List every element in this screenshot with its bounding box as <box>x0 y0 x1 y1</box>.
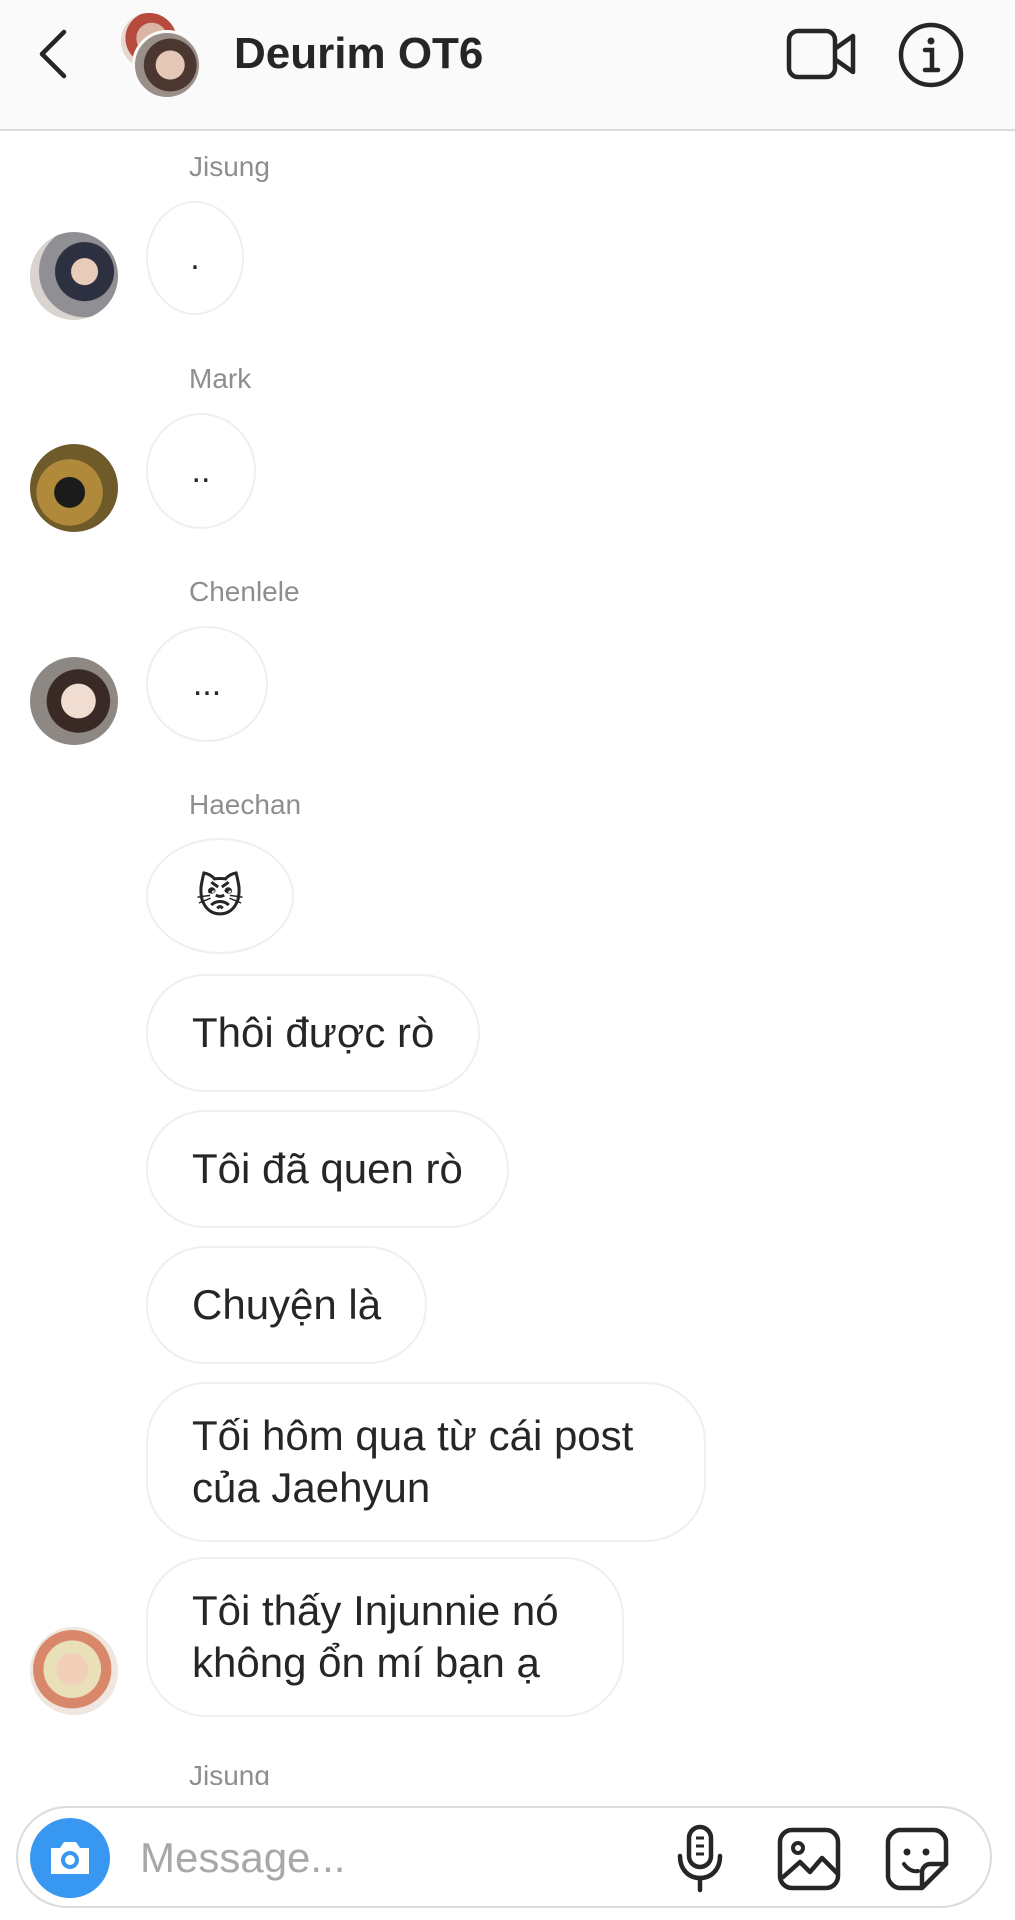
message-input[interactable] <box>140 1830 660 1886</box>
message-bubble[interactable]: Thôi được rò <box>146 974 481 1092</box>
sticker-icon <box>885 1827 949 1891</box>
message-bubble[interactable]: ... <box>146 626 268 742</box>
video-camera-icon <box>786 28 856 80</box>
message-bubble[interactable]: Tôi thấy Injunnie nó không ổn mí bạn ạ <box>146 1557 624 1717</box>
message-bubble[interactable]: Chuyện là <box>146 1246 428 1364</box>
message-bubble[interactable]: . <box>146 201 244 315</box>
sender-name: Mark <box>189 363 252 394</box>
sender-name: Jisung <box>189 151 270 182</box>
microphone-icon <box>677 1824 723 1893</box>
message-composer <box>16 1806 992 1908</box>
image-icon <box>777 1827 841 1891</box>
sender-name: Haechan <box>189 789 302 820</box>
camera-icon <box>51 1842 89 1874</box>
chat-header: Deurim OT6 <box>0 0 1015 131</box>
chat-title[interactable]: Deurim OT6 <box>234 28 483 80</box>
avatar[interactable] <box>30 657 118 745</box>
group-member-avatar <box>132 30 202 100</box>
message-thread[interactable]: Jisung . Mark .. Chenlele ... Haechan 😾 … <box>0 133 1015 1785</box>
info-icon <box>898 22 964 88</box>
sender-name: Chenlele <box>189 576 300 607</box>
emoji-message-bubble[interactable]: 😾 <box>146 838 294 954</box>
avatar[interactable] <box>30 1627 118 1715</box>
message-bubble[interactable]: Tối hôm qua từ cái post của Jaehyun <box>146 1382 706 1542</box>
avatar[interactable] <box>30 444 118 532</box>
chevron-left-icon <box>39 29 67 79</box>
voice-message-button[interactable] <box>672 1824 728 1894</box>
back-button[interactable] <box>34 28 74 80</box>
message-bubble[interactable]: .. <box>146 413 256 529</box>
sender-name: Jisung <box>189 1760 270 1785</box>
message-bubble[interactable]: Tôi đã quen rò <box>146 1110 509 1228</box>
info-button[interactable] <box>898 22 964 88</box>
sticker-button[interactable] <box>884 1826 950 1892</box>
camera-button[interactable] <box>30 1818 110 1898</box>
video-call-button[interactable] <box>786 26 858 82</box>
gallery-button[interactable] <box>776 1826 842 1892</box>
group-avatar[interactable] <box>116 10 208 100</box>
avatar[interactable] <box>30 232 118 320</box>
